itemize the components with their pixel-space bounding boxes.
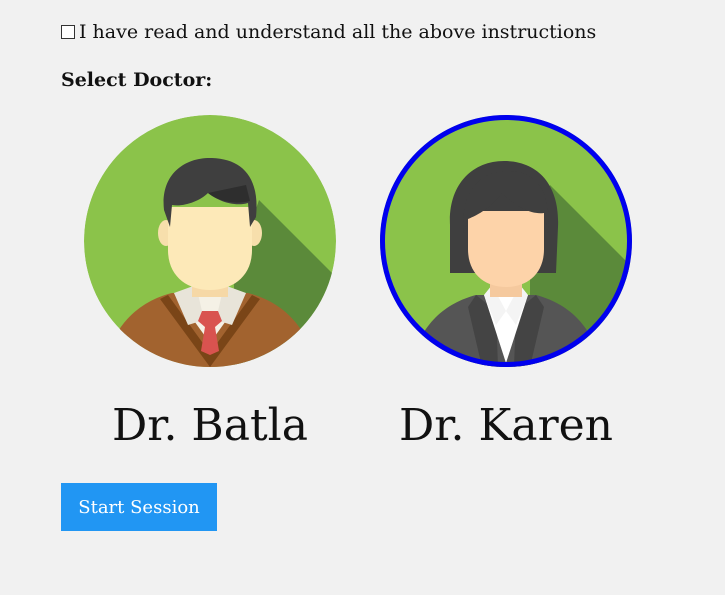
doctor-option-batla[interactable]: Dr. Batla bbox=[80, 115, 340, 455]
agreement-checkbox[interactable] bbox=[61, 25, 75, 39]
female-doctor-avatar-icon[interactable] bbox=[380, 115, 632, 367]
agreement-row[interactable]: I have read and understand all the above… bbox=[61, 21, 596, 43]
agreement-label[interactable]: I have read and understand all the above… bbox=[79, 21, 596, 43]
start-session-button[interactable]: Start Session bbox=[61, 483, 217, 531]
select-doctor-label: Select Doctor: bbox=[61, 69, 213, 91]
doctor-name-karen[interactable]: Dr. Karen bbox=[376, 400, 636, 451]
doctor-name-batla[interactable]: Dr. Batla bbox=[80, 400, 340, 451]
doctor-option-karen[interactable]: Dr. Karen bbox=[376, 115, 636, 455]
male-doctor-avatar-icon[interactable] bbox=[84, 115, 336, 367]
